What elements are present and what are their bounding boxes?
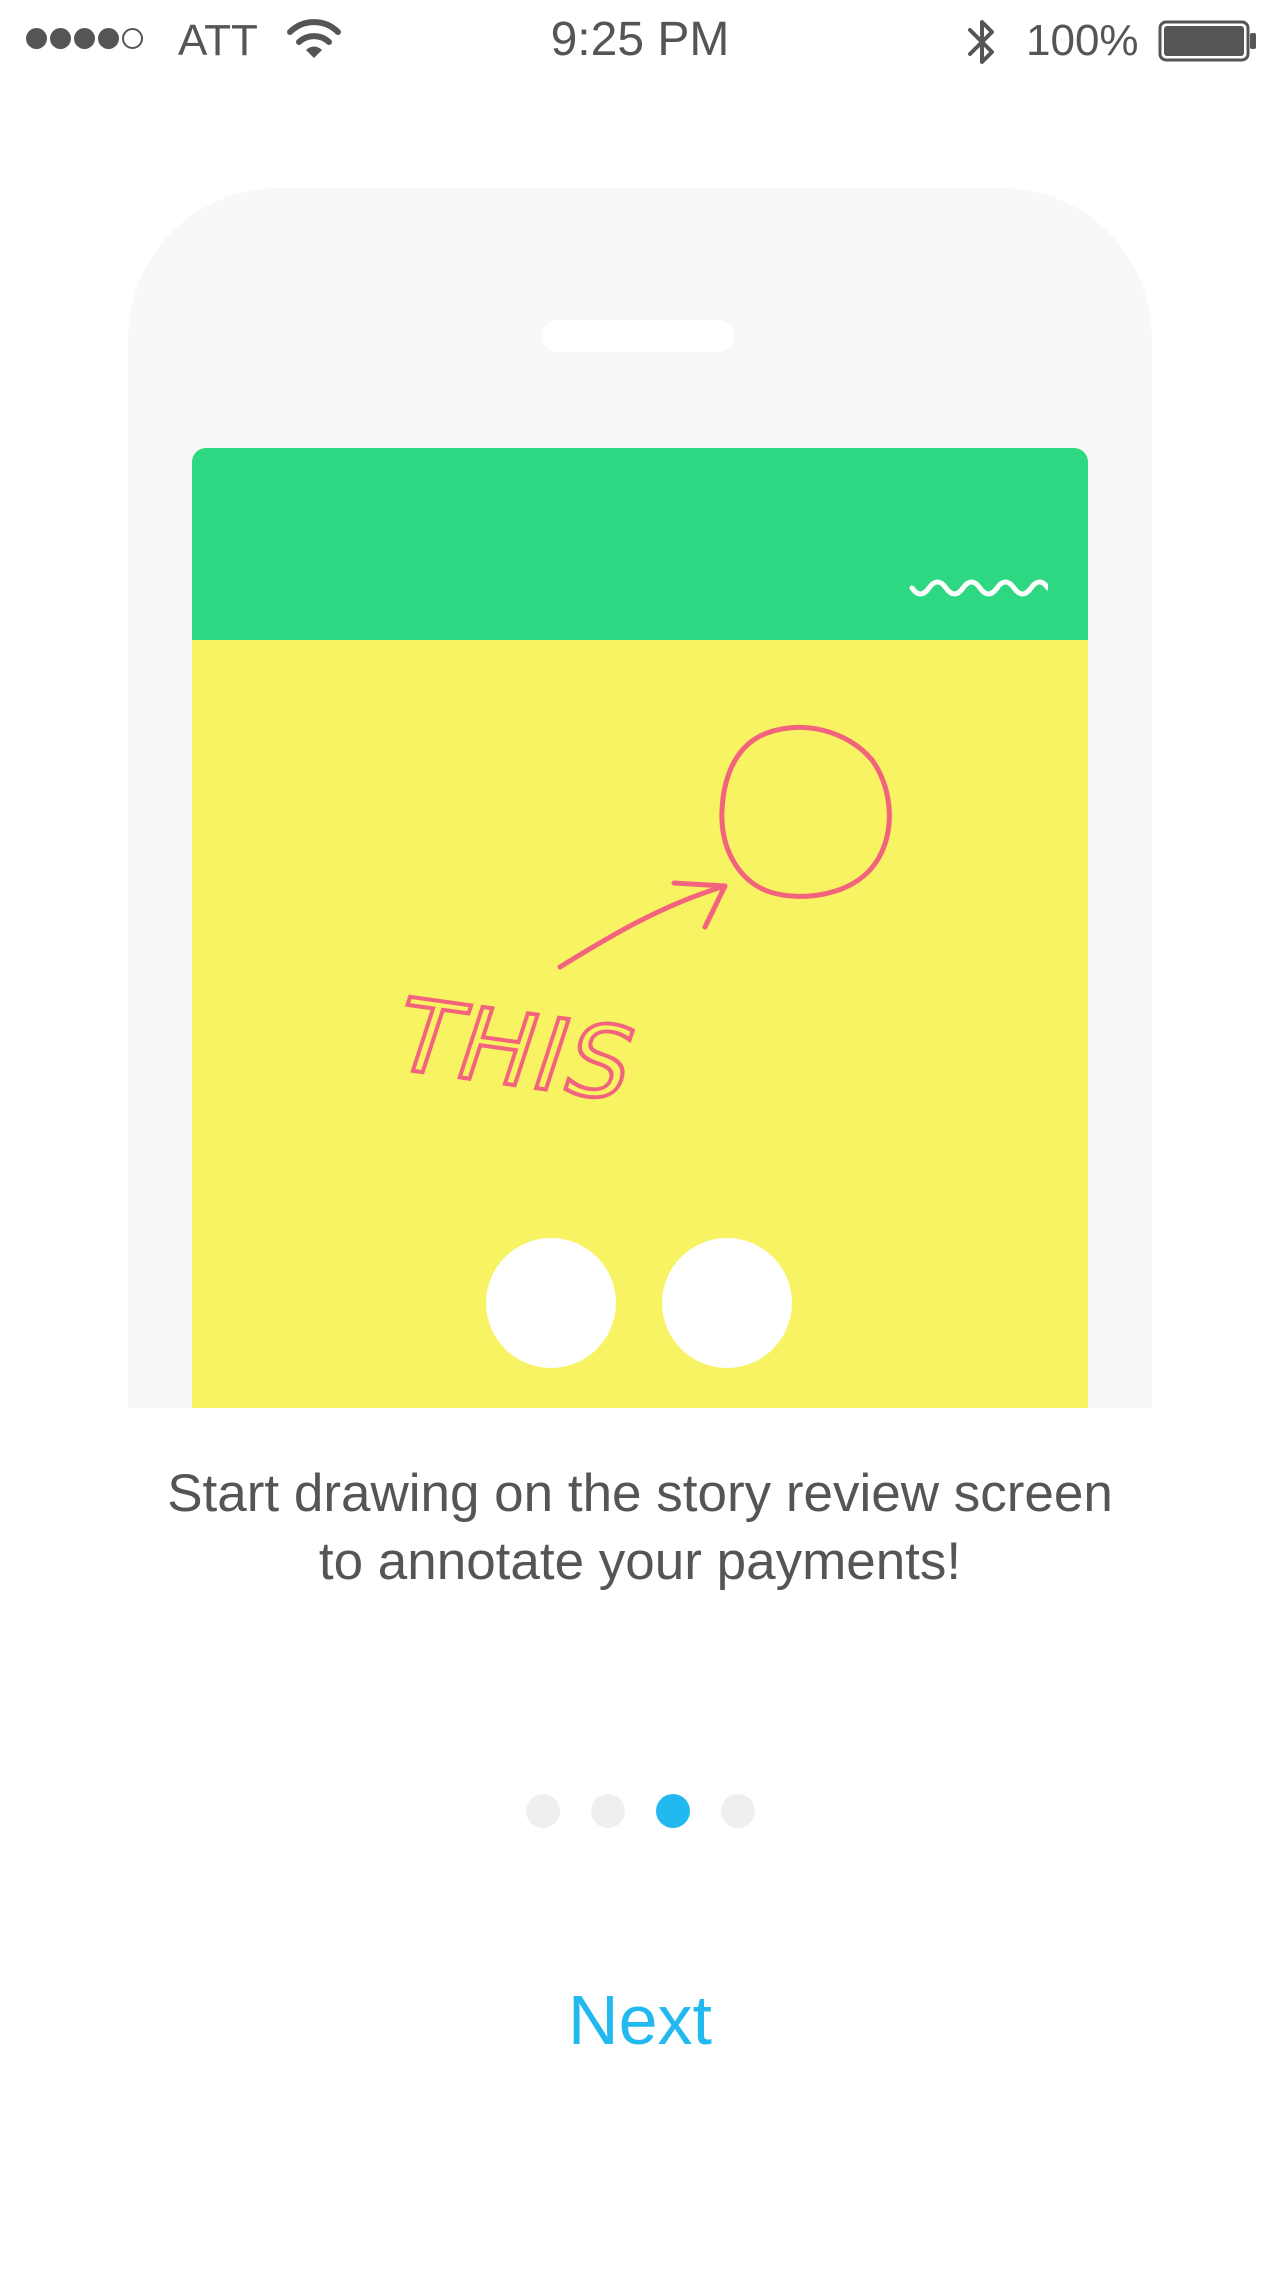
- screen-circle-left: [486, 1238, 616, 1368]
- page-dot[interactable]: [720, 1794, 755, 1828]
- battery-icon: [1158, 20, 1256, 62]
- screen-header-bar: [192, 448, 1088, 640]
- status-bar: ATT 9:25 PM 100%: [0, 0, 1280, 80]
- onboarding-caption: Start drawing on the story review screen…: [100, 1460, 1180, 1596]
- drawn-arrow: [557, 880, 728, 970]
- annotation-text: THIS: [379, 977, 652, 1123]
- screen-circle-right: [662, 1238, 792, 1368]
- page-dot[interactable]: [590, 1794, 625, 1828]
- drawn-circle: [719, 725, 892, 899]
- phone-screen: THIS: [192, 448, 1088, 1408]
- phone-speaker: [542, 320, 734, 352]
- battery-percentage: 100%: [1026, 16, 1139, 65]
- bluetooth-icon: [968, 20, 994, 64]
- page-dot[interactable]: [525, 1794, 560, 1828]
- squiggle-icon: [909, 579, 1048, 597]
- caption-line-2: to annotate your payments!: [318, 1532, 962, 1591]
- drawing-annotation: THIS: [377, 725, 892, 1125]
- phone-illustration: THIS: [128, 188, 1152, 1408]
- page-dot-active[interactable]: [655, 1794, 690, 1828]
- page-indicator[interactable]: [0, 1794, 1280, 1828]
- next-button[interactable]: Next: [490, 1975, 790, 2065]
- caption-line-1: Start drawing on the story review screen: [167, 1464, 1113, 1523]
